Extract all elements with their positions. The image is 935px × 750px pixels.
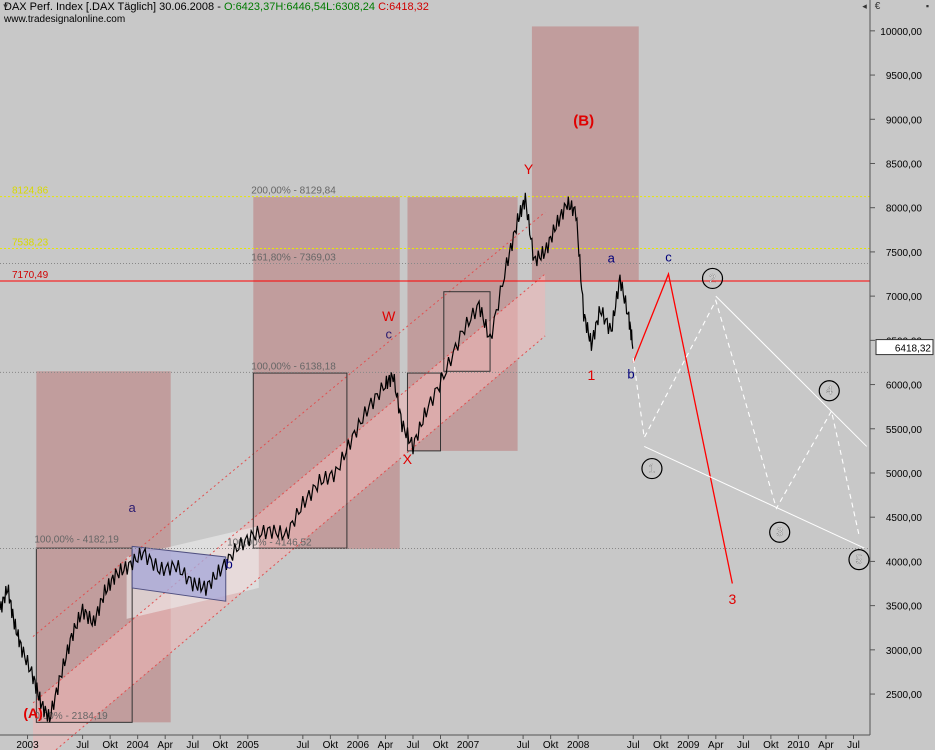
y-tick-label: 4500,00 xyxy=(886,513,923,524)
restore-icon[interactable]: ◂ xyxy=(860,2,869,11)
wave-circle-label: 3 xyxy=(776,525,783,539)
x-tick-label: 2004 xyxy=(127,740,150,750)
wave-label: Y xyxy=(524,161,534,177)
x-tick-label: Jul xyxy=(407,740,420,750)
wave-label: b xyxy=(627,366,634,381)
x-tick-label: Jul xyxy=(847,740,860,750)
open-value: O:6423,37 xyxy=(223,1,276,13)
x-tick-label: Jul xyxy=(517,740,530,750)
level-label: 8124,86 xyxy=(12,186,49,197)
wave-label: c xyxy=(385,327,392,342)
y-tick-label: 4000,00 xyxy=(886,557,923,568)
wave-label: a xyxy=(608,251,616,266)
x-tick-label: Apr xyxy=(708,740,724,750)
wave-label: a xyxy=(129,500,137,515)
x-tick-label: 2008 xyxy=(567,740,590,750)
close-icon[interactable]: ▪ xyxy=(923,2,932,11)
y-tick-label: 8000,00 xyxy=(886,204,923,215)
x-tick-label: 2003 xyxy=(16,740,39,750)
projection-red xyxy=(632,271,733,584)
watermark: www.tradesignalonline.com xyxy=(4,14,126,25)
y-tick-label: 9500,00 xyxy=(886,71,923,82)
x-tick-label: 2007 xyxy=(457,740,480,750)
y-tick-label: 3500,00 xyxy=(886,602,923,613)
quote-date: 30.06.2008 xyxy=(159,1,215,13)
x-tick-label: Okt xyxy=(102,740,118,750)
x-tick-label: Okt xyxy=(212,740,228,750)
wave-circle-label: 1 xyxy=(649,462,656,476)
currency-label: € xyxy=(874,1,881,12)
x-tick-label: Apr xyxy=(378,740,394,750)
wave-label: 3 xyxy=(728,591,736,607)
instrument-name: DAX Perf. Index [.DAX Täglich] xyxy=(4,1,157,13)
fib-label: 100,00% - 4182,19 xyxy=(34,534,119,545)
low-value: L:6308,24 xyxy=(326,1,376,13)
y-tick-label: 5000,00 xyxy=(886,469,923,480)
y-tick-label: 5500,00 xyxy=(886,425,923,436)
x-tick-label: Okt xyxy=(433,740,449,750)
fib-label: 0,00% - 2184,19 xyxy=(34,711,108,722)
dax-chart: 8124,867538,237170,49200,00% - 8129,8416… xyxy=(0,0,935,750)
x-tick-label: Jul xyxy=(737,740,750,750)
x-tick-label: Okt xyxy=(543,740,559,750)
y-tick-label: 3000,00 xyxy=(886,646,923,657)
time-zone xyxy=(531,26,639,281)
level-label: 7170,49 xyxy=(12,270,49,281)
level-label: 7538,23 xyxy=(12,238,49,249)
fib-label: 200,00% - 8129,84 xyxy=(251,185,336,196)
y-tick-label: 7000,00 xyxy=(886,292,923,303)
x-tick-label: Jul xyxy=(76,740,89,750)
x-tick-label: 2009 xyxy=(677,740,700,750)
wave-circle-label: 5 xyxy=(856,553,863,567)
wave-label: 1 xyxy=(587,367,595,383)
x-tick-label: Okt xyxy=(763,740,779,750)
x-tick-label: 2010 xyxy=(787,740,810,750)
chevron-down-icon[interactable]: ▾ xyxy=(1,2,10,11)
projection-white xyxy=(632,299,860,535)
x-tick-label: Okt xyxy=(653,740,669,750)
wave-circle-label: 2 xyxy=(709,271,716,285)
wave-label: (A) xyxy=(23,705,42,721)
projection-boundary xyxy=(644,445,865,549)
x-tick-label: 2006 xyxy=(347,740,370,750)
x-tick-label: 2005 xyxy=(237,740,260,750)
fib-label: 161,80% - 7369,03 xyxy=(251,252,336,263)
x-tick-label: Jul xyxy=(186,740,199,750)
projection-lines xyxy=(632,271,868,584)
y-tick-label: 8500,00 xyxy=(886,159,923,170)
high-value: H:6446,54 xyxy=(275,1,327,13)
x-tick-label: Jul xyxy=(296,740,309,750)
wave-label: W xyxy=(382,308,396,324)
y-tick-label: 10000,00 xyxy=(880,27,922,38)
y-tick-label: 2500,00 xyxy=(886,690,923,701)
y-axis-panel xyxy=(870,0,935,750)
close-value: C:6418,32 xyxy=(378,1,429,13)
chart-header: DAX Perf. Index [.DAX Täglich] 30.06.200… xyxy=(4,1,429,13)
projection-boundary xyxy=(715,295,868,447)
y-tick-label: 9000,00 xyxy=(886,115,923,126)
wave-label: (B) xyxy=(573,112,594,129)
wave-circle-label: 4 xyxy=(826,384,833,398)
y-tick-label: 6000,00 xyxy=(886,381,923,392)
fib-label: 100,00% - 6138,18 xyxy=(251,361,336,372)
wave-label: b xyxy=(225,556,232,571)
x-tick-label: Apr xyxy=(157,740,173,750)
separator: - xyxy=(217,1,221,13)
x-tick-label: Apr xyxy=(818,740,834,750)
wave-label: c xyxy=(665,250,672,265)
price-tag-label: 6418,32 xyxy=(895,344,932,355)
y-tick-label: 7500,00 xyxy=(886,248,923,259)
wave-label: X xyxy=(403,451,413,467)
x-tick-label: Jul xyxy=(627,740,640,750)
x-tick-label: Okt xyxy=(323,740,339,750)
